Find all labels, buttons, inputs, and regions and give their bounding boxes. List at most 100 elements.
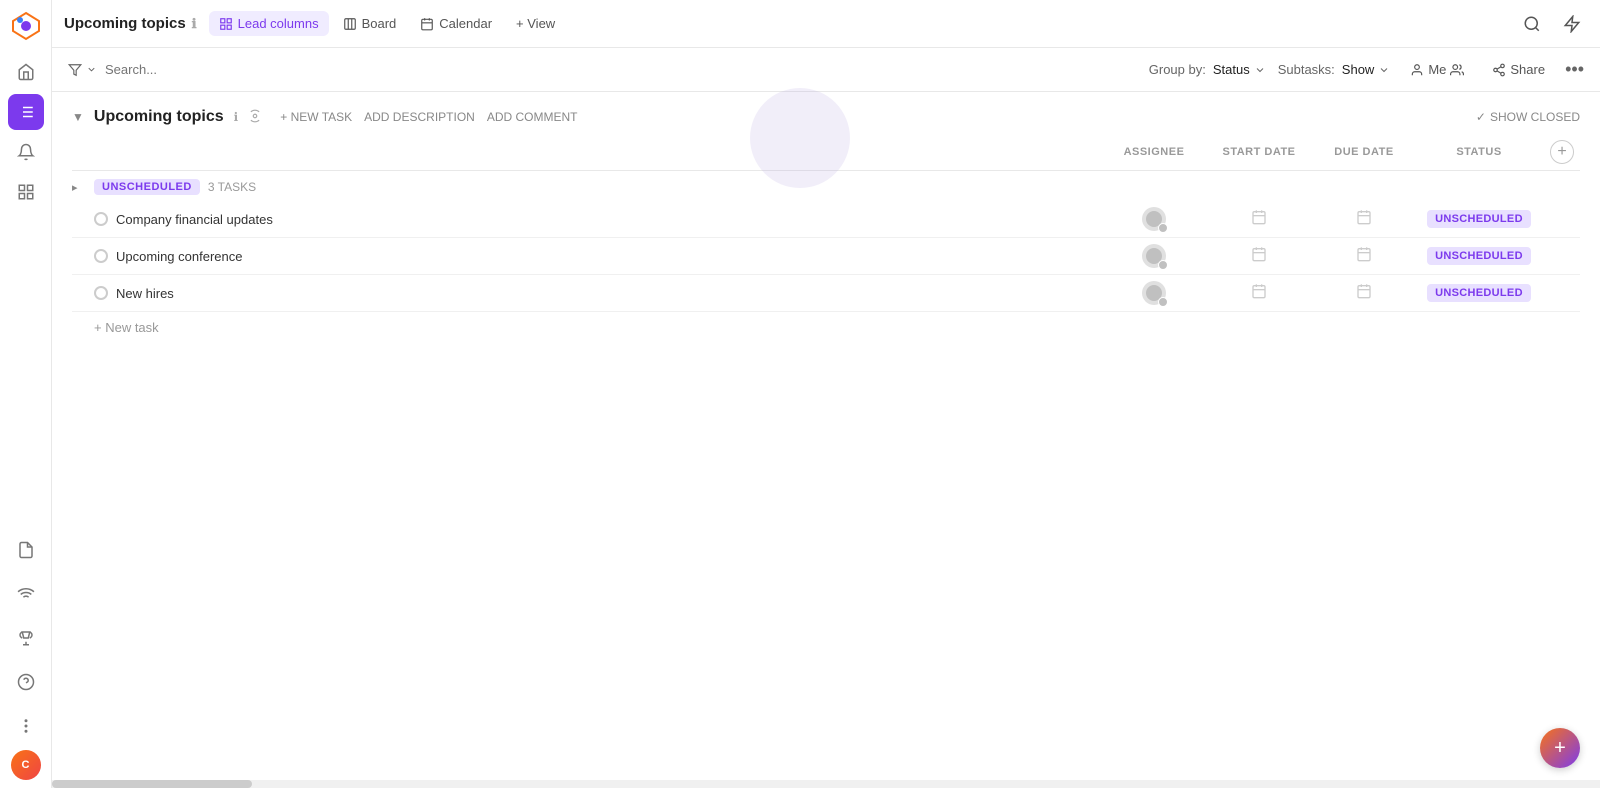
sidebar-item-bell[interactable]: [8, 134, 44, 170]
show-closed-button[interactable]: ✓ SHOW CLOSED: [1476, 110, 1580, 124]
group-icon: [1450, 63, 1464, 77]
sidebar-item-trophy[interactable]: [8, 620, 44, 656]
sidebar-item-home[interactable]: [8, 54, 44, 90]
filter-button[interactable]: [68, 63, 97, 77]
scrollbar[interactable]: [52, 780, 1600, 788]
status-cell[interactable]: UNSCHEDULED: [1414, 247, 1544, 265]
task-status-dot[interactable]: [94, 286, 108, 300]
assignee-cell[interactable]: [1104, 207, 1204, 231]
me-button[interactable]: Me: [1402, 58, 1472, 81]
group-actions: + NEW TASK ADD DESCRIPTION ADD COMMENT: [280, 110, 577, 124]
group-by-value: Status: [1213, 62, 1250, 77]
due-date-calendar-icon: [1356, 283, 1372, 303]
main-content: ▼ Upcoming topics ℹ + NEW TASK ADD DESCR…: [52, 92, 1600, 788]
assignee-cell[interactable]: [1104, 281, 1204, 305]
status-group-collapse-button[interactable]: ▸: [72, 181, 78, 194]
sidebar-item-help[interactable]: [8, 664, 44, 700]
task-name[interactable]: New hires: [116, 286, 1104, 301]
tab-calendar-label: Calendar: [439, 16, 492, 31]
fab-button[interactable]: +: [1540, 728, 1580, 768]
new-task-label: + New task: [94, 320, 159, 335]
app-logo[interactable]: [8, 8, 44, 44]
start-date-calendar-icon: [1251, 283, 1267, 303]
share-label: Share: [1510, 62, 1545, 77]
search-input[interactable]: [105, 62, 305, 77]
table-row: New hires UNSCHEDULED: [72, 275, 1580, 312]
title-info-icon[interactable]: ℹ: [192, 16, 197, 32]
task-table: ASSIGNEE START DATE DUE DATE STATUS + ▸ …: [52, 134, 1600, 339]
tab-lead-columns[interactable]: Lead columns: [209, 11, 329, 36]
group-info-icon[interactable]: ℹ: [234, 110, 239, 124]
share-button[interactable]: Share: [1484, 58, 1553, 81]
col-add-header: +: [1544, 140, 1580, 164]
sidebar-item-list[interactable]: [8, 94, 44, 130]
group-collapse-button[interactable]: ▼: [72, 110, 84, 124]
task-status-badge: UNSCHEDULED: [1427, 247, 1531, 265]
sidebar-item-more[interactable]: [8, 708, 44, 744]
table-row: Company financial updates UNSCHEDULED: [72, 201, 1580, 238]
chevron-down-icon: [86, 64, 97, 75]
col-due-date-header: DUE DATE: [1314, 146, 1414, 158]
tab-add-view[interactable]: + View: [506, 11, 565, 36]
sidebar-item-apps[interactable]: [8, 174, 44, 210]
avatar[interactable]: C: [11, 750, 41, 780]
sidebar-item-signal[interactable]: [8, 576, 44, 612]
new-task-row[interactable]: + New task: [72, 312, 1580, 339]
task-status-dot[interactable]: [94, 249, 108, 263]
assignee-avatar: [1142, 244, 1166, 268]
due-date-cell[interactable]: [1314, 283, 1414, 303]
task-status-badge: UNSCHEDULED: [1427, 284, 1531, 302]
person-icon: [1410, 63, 1424, 77]
add-description-button[interactable]: ADD DESCRIPTION: [364, 110, 475, 124]
group-by-chevron-icon: [1254, 64, 1266, 76]
group-by-control[interactable]: Group by: Status: [1149, 62, 1266, 77]
assignee-cell[interactable]: [1104, 244, 1204, 268]
toolbar-right: Group by: Status Subtasks: Show Me Share…: [1149, 58, 1584, 81]
task-status-dot[interactable]: [94, 212, 108, 226]
add-comment-button[interactable]: ADD COMMENT: [487, 110, 578, 124]
search-icon-button[interactable]: [1516, 8, 1548, 40]
tab-lead-columns-label: Lead columns: [238, 16, 319, 31]
toolbar: Group by: Status Subtasks: Show Me Share…: [52, 48, 1600, 92]
topbar-right: [1516, 8, 1588, 40]
sidebar: C: [0, 0, 52, 788]
group-header: ▼ Upcoming topics ℹ + NEW TASK ADD DESCR…: [52, 92, 1600, 134]
calendar-icon: [420, 17, 434, 31]
assignee-avatar: [1142, 207, 1166, 231]
filter-icon: [68, 63, 82, 77]
col-assignee-header: ASSIGNEE: [1104, 146, 1204, 158]
due-date-cell[interactable]: [1314, 209, 1414, 229]
page-title: Upcoming topics: [64, 15, 186, 32]
board-icon: [343, 17, 357, 31]
more-options-button[interactable]: •••: [1565, 59, 1584, 80]
share-icon: [1492, 63, 1506, 77]
lightning-icon-button[interactable]: [1556, 8, 1588, 40]
status-badge: UNSCHEDULED: [94, 179, 200, 195]
start-date-cell[interactable]: [1204, 246, 1314, 266]
subtasks-label: Subtasks:: [1278, 62, 1335, 77]
task-name[interactable]: Upcoming conference: [116, 249, 1104, 264]
start-date-cell[interactable]: [1204, 209, 1314, 229]
due-date-cell[interactable]: [1314, 246, 1414, 266]
assignee-avatar: [1142, 281, 1166, 305]
status-cell[interactable]: UNSCHEDULED: [1414, 210, 1544, 228]
sidebar-item-doc[interactable]: [8, 532, 44, 568]
subtasks-control[interactable]: Subtasks: Show: [1278, 62, 1391, 77]
group-settings-icon[interactable]: [248, 109, 262, 126]
task-name[interactable]: Company financial updates: [116, 212, 1104, 227]
sidebar-bottom: C: [8, 530, 44, 780]
tab-calendar[interactable]: Calendar: [410, 11, 502, 36]
me-label: Me: [1428, 62, 1446, 77]
scrollbar-thumb[interactable]: [52, 780, 252, 788]
start-date-calendar-icon: [1251, 209, 1267, 229]
table-row: Upcoming conference UNSCHEDULED: [72, 238, 1580, 275]
group-title: Upcoming topics: [94, 108, 224, 126]
add-column-button[interactable]: +: [1550, 140, 1574, 164]
start-date-cell[interactable]: [1204, 283, 1314, 303]
col-start-date-header: START DATE: [1204, 146, 1314, 158]
topbar: Upcoming topics ℹ Lead columns Board Cal…: [52, 0, 1600, 48]
start-date-calendar-icon: [1251, 246, 1267, 266]
tab-board[interactable]: Board: [333, 11, 407, 36]
new-task-button[interactable]: + NEW TASK: [280, 110, 352, 124]
status-cell[interactable]: UNSCHEDULED: [1414, 284, 1544, 302]
